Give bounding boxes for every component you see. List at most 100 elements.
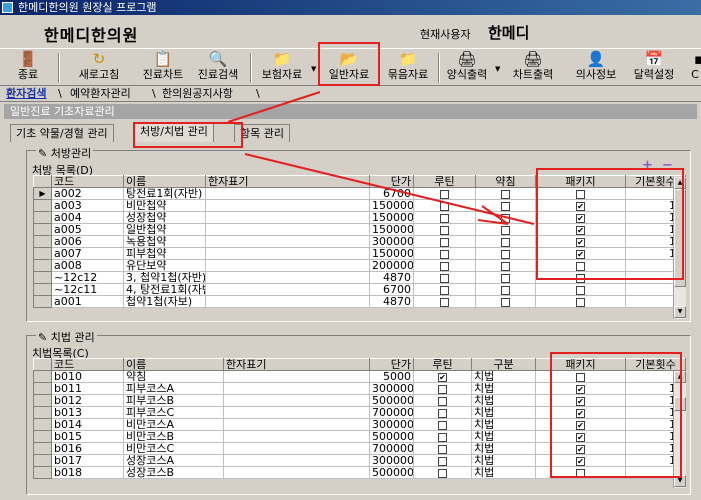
yakchim-checkbox-box[interactable]: [501, 201, 510, 211]
treatment-scrollbar[interactable]: ▲ ▼: [673, 371, 686, 488]
cell-price[interactable]: 500000: [369, 394, 414, 407]
cell-category[interactable]: 치법: [471, 454, 536, 467]
row-selector[interactable]: [33, 406, 52, 419]
tab-patient-search[interactable]: 환자검색: [6, 87, 46, 101]
package-checkbox[interactable]: [535, 259, 626, 272]
column-header[interactable]: 한자표기: [223, 358, 370, 371]
package-checkbox[interactable]: [535, 271, 626, 284]
cell-name[interactable]: 녹용첩약: [123, 235, 206, 248]
column-header[interactable]: 이름: [123, 358, 224, 371]
yakchim-checkbox-box[interactable]: [501, 213, 510, 223]
yakchim-checkbox[interactable]: [475, 199, 536, 212]
yakchim-checkbox-box[interactable]: [501, 225, 510, 235]
package-checkbox-box[interactable]: ✔: [576, 432, 585, 442]
row-selector[interactable]: [33, 271, 52, 284]
cell-code[interactable]: b016: [51, 442, 124, 455]
routine-checkbox-box[interactable]: [438, 384, 447, 394]
package-checkbox[interactable]: ✔: [535, 223, 626, 236]
routine-checkbox[interactable]: [413, 466, 472, 479]
table-row[interactable]: ~12c114, 탕전료1회(자반) 6700: [33, 283, 686, 296]
cell-name[interactable]: 성장코스B: [123, 466, 224, 479]
routine-checkbox-box[interactable]: [440, 261, 449, 271]
package-checkbox-box[interactable]: ✔: [576, 408, 585, 418]
cell-price[interactable]: 700000: [369, 442, 414, 455]
yakchim-checkbox[interactable]: [475, 235, 536, 248]
row-selector[interactable]: [33, 370, 52, 383]
yakchim-checkbox[interactable]: [475, 283, 536, 296]
insurance-data-button[interactable]: 📁 보험자료: [254, 50, 310, 85]
cell-name[interactable]: 3, 첩약1첩(자반): [123, 271, 206, 284]
table-row[interactable]: a005일반첩약150000✔10: [33, 223, 686, 236]
cell-name[interactable]: 일반첩약: [123, 223, 206, 236]
table-row[interactable]: a008 유단보약 200000: [33, 259, 686, 272]
table-row[interactable]: a001 첩약1첩(자보) 4870: [33, 295, 686, 308]
routine-checkbox-box[interactable]: [438, 468, 447, 478]
yakchim-checkbox[interactable]: [475, 259, 536, 272]
column-header[interactable]: 코드: [51, 175, 124, 188]
routine-checkbox-box[interactable]: [440, 201, 449, 211]
column-header[interactable]: 패키지: [535, 358, 626, 371]
package-checkbox-box[interactable]: ✔: [576, 249, 585, 259]
tab-prescription-treatment[interactable]: 처방/치법 관리: [134, 122, 214, 142]
search-button[interactable]: 🔍 진료검색: [190, 50, 246, 85]
cell-category[interactable]: 치법: [471, 430, 536, 443]
routine-checkbox[interactable]: [413, 199, 476, 212]
exit-button[interactable]: 🚪 종료: [8, 50, 48, 85]
cell-hanja[interactable]: [205, 187, 370, 200]
scroll-down-icon[interactable]: ▼: [674, 475, 686, 487]
package-checkbox[interactable]: ✔: [535, 406, 626, 419]
yakchim-checkbox[interactable]: [475, 223, 536, 236]
cell-hanja[interactable]: [223, 382, 370, 395]
routine-checkbox-box[interactable]: [440, 213, 449, 223]
package-checkbox[interactable]: ✔: [535, 430, 626, 443]
package-checkbox-box[interactable]: ✔: [576, 456, 585, 466]
cell-category[interactable]: 치법: [471, 382, 536, 395]
routine-checkbox-box[interactable]: [440, 273, 449, 283]
package-checkbox-box[interactable]: ✔: [576, 201, 585, 211]
cell-code[interactable]: a002: [51, 187, 124, 200]
cell-hanja[interactable]: [205, 283, 370, 296]
package-checkbox[interactable]: [535, 187, 626, 200]
cell-hanja[interactable]: [223, 370, 370, 383]
column-header[interactable]: 루틴: [413, 358, 472, 371]
yakchim-checkbox-box[interactable]: [501, 249, 510, 259]
row-selector[interactable]: [33, 199, 52, 212]
cell-code[interactable]: a004: [51, 211, 124, 224]
yakchim-checkbox[interactable]: [475, 295, 536, 308]
cell-price[interactable]: 300000: [369, 454, 414, 467]
package-checkbox-box[interactable]: [576, 189, 585, 199]
column-header[interactable]: 루틴: [413, 175, 476, 188]
cell-price[interactable]: 4870: [369, 271, 414, 284]
column-header[interactable]: 한자표기: [205, 175, 370, 188]
cell-category[interactable]: 치법: [471, 394, 536, 407]
routine-checkbox[interactable]: [413, 454, 472, 467]
chevron-down-icon[interactable]: ▼: [311, 65, 316, 73]
routine-checkbox[interactable]: [413, 187, 476, 200]
package-checkbox[interactable]: [535, 283, 626, 296]
table-row[interactable]: b018 성장코스B 500000 치법: [33, 466, 686, 479]
cell-code[interactable]: a001: [51, 295, 124, 308]
package-checkbox-box[interactable]: [576, 285, 585, 295]
cell-category[interactable]: 치법: [471, 370, 536, 383]
cell-hanja[interactable]: [205, 211, 370, 224]
package-checkbox-box[interactable]: ✔: [576, 420, 585, 430]
package-checkbox-box[interactable]: [576, 261, 585, 271]
cell-price[interactable]: 500000: [369, 466, 414, 479]
routine-checkbox[interactable]: [413, 235, 476, 248]
cell-hanja[interactable]: [205, 271, 370, 284]
cell-name[interactable]: 첩약1첩(자보): [123, 295, 206, 308]
table-row[interactable]: a004성장첩약150000✔10: [33, 211, 686, 224]
row-selector[interactable]: [33, 466, 52, 479]
cell-price[interactable]: 300000: [369, 382, 414, 395]
package-checkbox-box[interactable]: [576, 273, 585, 283]
routine-checkbox-box[interactable]: [440, 189, 449, 199]
column-header[interactable]: 단가: [369, 175, 414, 188]
cell-name[interactable]: 비만코스B: [123, 430, 224, 443]
yakchim-checkbox-box[interactable]: [501, 297, 510, 307]
routine-checkbox[interactable]: [413, 442, 472, 455]
cell-price[interactable]: 700000: [369, 406, 414, 419]
routine-checkbox[interactable]: [413, 271, 476, 284]
chart-print-button[interactable]: 🖨 차트출력: [505, 50, 561, 85]
yakchim-checkbox[interactable]: [475, 271, 536, 284]
routine-checkbox[interactable]: [413, 382, 472, 395]
